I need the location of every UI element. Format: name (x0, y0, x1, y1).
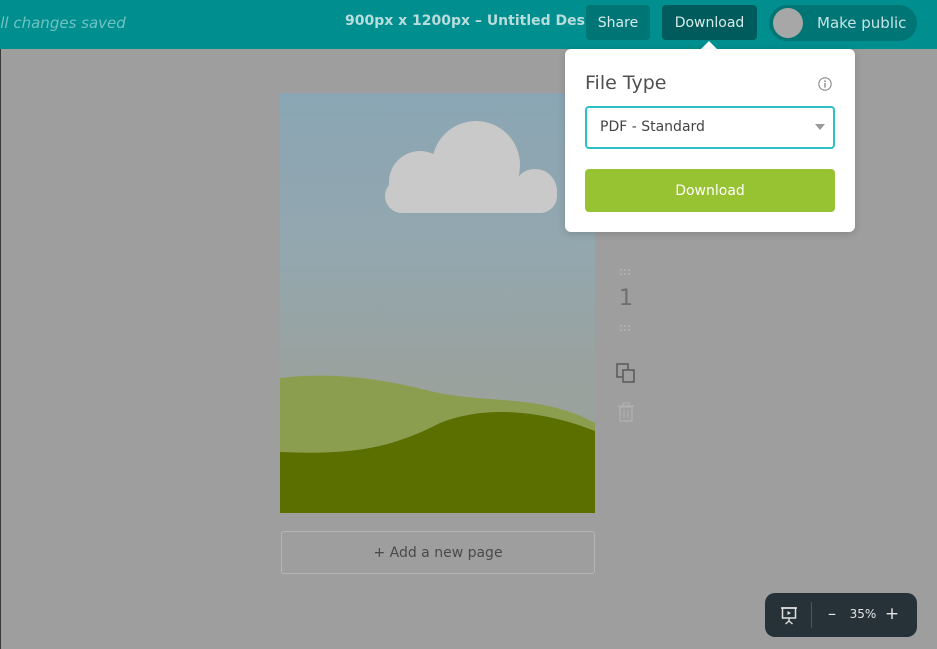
landscape-illustration (280, 121, 595, 513)
download-popover: File Type PDF - Standard Download (565, 49, 855, 232)
add-new-page-button[interactable]: + Add a new page (281, 531, 595, 574)
cloud-shape (385, 121, 557, 213)
download-button[interactable]: Download (585, 169, 835, 212)
page-number: 1 (619, 286, 633, 311)
chevron-down-icon (815, 124, 825, 130)
zoom-level[interactable]: 35% (845, 607, 881, 621)
zoom-divider (811, 602, 812, 628)
design-title[interactable]: 900px x 1200px – Untitled Design (345, 13, 610, 33)
file-type-select[interactable]: PDF - Standard (585, 106, 835, 149)
present-icon[interactable] (779, 605, 799, 625)
toggle-knob (773, 8, 803, 38)
top-bar: All changes saved 900px x 1200px – Untit… (0, 0, 937, 49)
info-icon[interactable] (818, 76, 832, 91)
duplicate-page-icon[interactable] (615, 362, 637, 384)
file-type-heading: File Type (585, 72, 667, 94)
zoom-out-button[interactable]: – (823, 604, 841, 624)
move-page-up-icon[interactable] (618, 266, 632, 280)
save-status: All changes saved (0, 14, 126, 32)
zoom-in-button[interactable]: + (883, 604, 901, 624)
move-page-down-icon[interactable] (618, 322, 632, 336)
file-type-value: PDF - Standard (600, 119, 705, 135)
make-public-toggle[interactable]: Make public (769, 5, 917, 41)
download-menu-button[interactable]: Download (662, 5, 757, 40)
design-page-canvas[interactable] (280, 93, 595, 513)
delete-page-icon[interactable] (617, 402, 635, 422)
left-edge-divider (0, 49, 1, 649)
make-public-label: Make public (817, 14, 907, 32)
zoom-control-bar: – 35% + (765, 593, 917, 637)
share-button[interactable]: Share (586, 5, 650, 40)
